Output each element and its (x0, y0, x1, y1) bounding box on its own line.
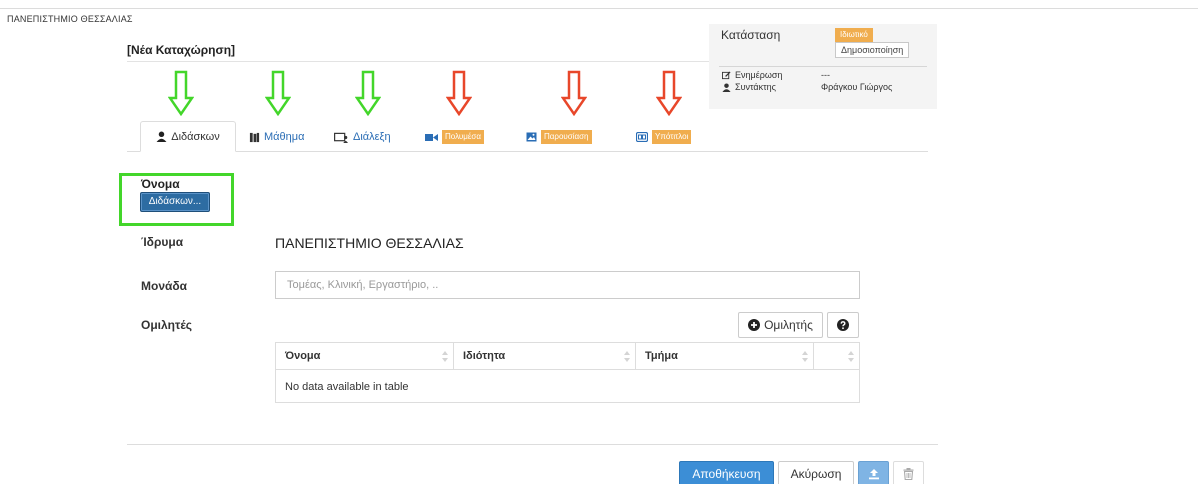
user-icon (721, 82, 731, 92)
help-button[interactable] (827, 312, 859, 338)
red-arrow-down-icon (656, 70, 682, 116)
status-panel: Κατάσταση Ιδιωτικό Δημοσιοποίηση Ενημέρω… (709, 24, 937, 109)
trash-icon (903, 468, 914, 480)
tab-label: Παρουσίαση (541, 130, 592, 144)
add-speaker-label: Ομιλητής (764, 318, 813, 332)
publish-button[interactable]: Δημοσιοποίηση (835, 42, 910, 58)
updated-label: Ενημέρωση (735, 70, 783, 80)
author-label: Συντάκτης (735, 82, 777, 92)
question-circle-icon (837, 319, 849, 331)
select-instructor-button[interactable]: Διδάσκων... (140, 192, 210, 212)
unit-input[interactable]: Τομέας, Κλινική, Εργαστήριο, .. (275, 271, 860, 299)
red-arrow-down-icon (561, 70, 587, 116)
institution-label: Ίδρυμα (141, 235, 184, 249)
sort-icon (848, 351, 854, 362)
green-arrow-down-icon (168, 70, 194, 116)
user-icon (156, 131, 167, 142)
book-icon (249, 132, 260, 143)
tab-lecture[interactable]: Διάλεξη (334, 128, 391, 146)
footer-divider (127, 444, 938, 445)
status-divider (719, 66, 927, 67)
author-row: Συντάκτης (721, 82, 776, 92)
speakers-table: Όνομα Ιδιότητα Τμήμα No data available i… (275, 342, 860, 403)
subtitles-icon (636, 132, 648, 142)
status-label: Κατάσταση (721, 28, 781, 42)
video-icon (425, 133, 438, 142)
column-label: Ιδιότητα (463, 350, 506, 362)
updated-value: --- (821, 70, 830, 80)
tab-media[interactable]: Πολυμέσα (425, 128, 484, 146)
sort-icon (802, 351, 808, 362)
tab-presentation[interactable]: Παρουσίαση (526, 128, 592, 146)
unit-label: Μονάδα (141, 279, 188, 293)
author-value: Φράγκου Γιώργος (821, 82, 893, 92)
speakers-label: Ομιλητές (141, 318, 193, 332)
tab-label: Διάλεξη (353, 131, 391, 143)
upload-button[interactable] (858, 461, 889, 484)
green-arrow-down-icon (355, 70, 381, 116)
tabs-baseline (127, 151, 928, 152)
sort-icon (442, 351, 448, 362)
red-arrow-down-icon (446, 70, 472, 116)
title-divider (127, 61, 709, 62)
tab-label: Μάθημα (264, 131, 305, 143)
tab-label: Διδάσκων (171, 130, 220, 143)
table-empty-message: No data available in table (285, 381, 409, 393)
institution-header: ΠΑΝΕΠΙΣΤΗΜΙΟ ΘΕΣΣΑΛΙΑΣ (7, 14, 133, 24)
tab-subtitles[interactable]: Υπότιτλοι (636, 128, 692, 146)
column-header-name[interactable]: Όνομα (276, 343, 454, 370)
column-header-department[interactable]: Τμήμα (636, 343, 814, 370)
name-label: Όνομα (141, 177, 180, 191)
edit-icon (721, 70, 731, 80)
sort-icon (624, 351, 630, 362)
save-button[interactable]: Αποθήκευση (679, 461, 774, 484)
plus-circle-icon (748, 319, 761, 331)
tab-label: Πολυμέσα (442, 130, 484, 144)
institution-value: ΠΑΝΕΠΙΣΤΗΜΙΟ ΘΕΣΣΑΛΙΑΣ (275, 235, 464, 251)
cancel-button[interactable]: Ακύρωση (778, 461, 854, 484)
column-label: Τμήμα (645, 350, 678, 362)
form-title: [Νέα Καταχώρηση] (127, 43, 236, 57)
tab-instructor[interactable]: Διδάσκων (140, 121, 236, 152)
column-header-role[interactable]: Ιδιότητα (454, 343, 636, 370)
status-badge: Ιδιωτικό (835, 28, 873, 42)
upload-icon (868, 468, 880, 480)
tab-course[interactable]: Μάθημα (249, 128, 304, 146)
image-icon (526, 132, 537, 142)
updated-row: Ενημέρωση (721, 70, 782, 80)
column-header-actions[interactable] (814, 343, 859, 370)
add-speaker-button[interactable]: Ομιλητής (738, 312, 823, 338)
column-label: Όνομα (285, 350, 321, 362)
top-border (0, 8, 1198, 9)
lecture-icon (334, 132, 349, 143)
tab-label: Υπότιτλοι (652, 130, 692, 144)
delete-button[interactable] (893, 461, 924, 484)
green-arrow-down-icon (265, 70, 291, 116)
